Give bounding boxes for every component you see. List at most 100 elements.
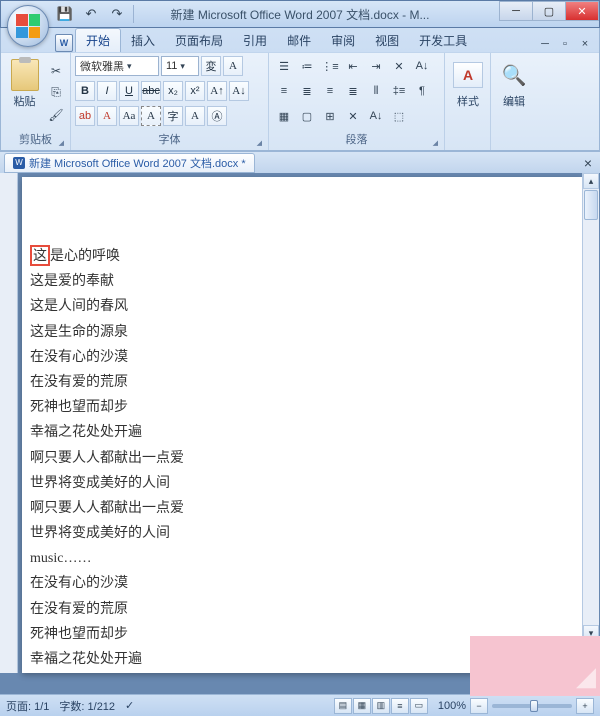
text-line[interactable]: 这是爱的奉献	[30, 269, 574, 294]
text-line[interactable]: 在没有心的沙漠	[30, 345, 574, 370]
bold-button[interactable]: B	[75, 81, 95, 101]
show-marks-button[interactable]: ¶	[411, 81, 433, 101]
tab-review[interactable]: 审阅	[321, 29, 365, 52]
scroll-thumb[interactable]	[584, 190, 598, 220]
text-line[interactable]: 世界将变成美好的人间	[30, 471, 574, 496]
text-line[interactable]: music……	[30, 546, 574, 571]
text-line[interactable]: 啊只要人人都献出一点爱	[30, 496, 574, 521]
line-spacing-button[interactable]: ‡≡	[388, 81, 410, 101]
ribbon-close-icon[interactable]: ×	[577, 36, 593, 52]
para-settings-button[interactable]: ✕	[342, 106, 364, 126]
indent-right-button[interactable]: ⇥	[365, 56, 387, 76]
ribbon-restore-icon[interactable]: ▫	[557, 36, 573, 52]
clear-format-icon[interactable]: 変	[201, 56, 221, 76]
maximize-button[interactable]: ▢	[532, 1, 566, 21]
draft-view-icon[interactable]: ▭	[410, 698, 428, 714]
borders-button[interactable]: ▢	[296, 106, 318, 126]
close-button[interactable]: ✕	[565, 1, 599, 21]
italic-button[interactable]: I	[97, 81, 117, 101]
subscript-button[interactable]: x₂	[163, 81, 183, 101]
web-view-icon[interactable]: ▥	[372, 698, 390, 714]
zoom-slider[interactable]	[492, 704, 572, 708]
redo-icon[interactable]: ↷	[107, 4, 127, 24]
zoom-out-button[interactable]: −	[470, 698, 488, 714]
font-size-combo[interactable]: 11	[161, 56, 199, 76]
document-close-button[interactable]: ×	[580, 155, 596, 171]
undo-icon[interactable]: ↶	[81, 4, 101, 24]
shrink-font-button[interactable]: A↓	[229, 81, 249, 101]
save-icon[interactable]: 💾	[55, 4, 75, 24]
zoom-level[interactable]: 100%	[438, 700, 466, 712]
word-count-status[interactable]: 字数: 1/212	[59, 698, 115, 714]
clipboard-group-label[interactable]: 剪贴板	[5, 129, 66, 149]
outline-view-icon[interactable]: ≡	[391, 698, 409, 714]
indent-left-button[interactable]: ⇤	[342, 56, 364, 76]
underline-button[interactable]: U	[119, 81, 139, 101]
bullets-button[interactable]: ☰	[273, 56, 295, 76]
document-tab[interactable]: 新建 Microsoft Office Word 2007 文档.docx *	[4, 153, 255, 173]
tab-mailings[interactable]: 邮件	[277, 29, 321, 52]
text-line[interactable]: 这是生命的源泉	[30, 320, 574, 345]
font-name-combo[interactable]: 微软雅黑	[75, 56, 159, 76]
text-line[interactable]: 这是心的呼唤	[30, 243, 574, 269]
document-page[interactable]: 这是心的呼唤 这是爱的奉献 这是人间的春风 这是生命的源泉 在没有心的沙漠 在没…	[22, 177, 582, 673]
scroll-up-icon[interactable]: ▴	[583, 173, 599, 189]
font-color-button[interactable]: A	[97, 106, 117, 126]
zoom-in-button[interactable]: +	[576, 698, 594, 714]
text-line[interactable]: 这是人间的春风	[30, 294, 574, 319]
asian-layout-button[interactable]: ✕	[388, 56, 410, 76]
change-case-button[interactable]: Aa	[119, 106, 139, 126]
tab-layout[interactable]: 页面布局	[165, 29, 233, 52]
font-group-label[interactable]: 字体	[75, 129, 264, 149]
grow-font-button[interactable]: A↑	[207, 81, 227, 101]
text-line[interactable]: 啊只要人人都献出一点爱	[30, 446, 574, 471]
minimize-button[interactable]: ─	[499, 1, 533, 21]
styles-button[interactable]: A 样式	[449, 56, 487, 133]
text-line[interactable]: 在没有心的沙漠	[30, 571, 574, 596]
page-status[interactable]: 页面: 1/1	[6, 698, 49, 714]
office-button[interactable]	[7, 5, 49, 47]
proofing-icon[interactable]: ✓	[125, 699, 134, 712]
sort-az-button[interactable]: A↓	[365, 106, 387, 126]
char-shading-button[interactable]: A	[185, 106, 205, 126]
zoom-thumb[interactable]	[530, 700, 538, 712]
strike-button[interactable]: abc	[141, 81, 161, 101]
copy-icon[interactable]: ⎘	[46, 83, 66, 103]
edit-button[interactable]: 🔍 编辑	[495, 56, 533, 133]
tab-home[interactable]: 开始	[75, 28, 121, 52]
text-line[interactable]: 在没有爱的荒原	[30, 597, 574, 622]
tab-developer[interactable]: 开发工具	[409, 29, 477, 52]
char-border-button[interactable]: A	[141, 106, 161, 126]
enclosed-char-button[interactable]: Ⓐ	[207, 106, 227, 126]
tab-references[interactable]: 引用	[233, 29, 277, 52]
superscript-button[interactable]: x²	[185, 81, 205, 101]
phonetic-button[interactable]: 字	[163, 106, 183, 126]
text-line[interactable]: 世界将变成美好的人间	[30, 521, 574, 546]
text-line[interactable]: 在没有爱的荒原	[30, 370, 574, 395]
print-layout-view-icon[interactable]: ▤	[334, 698, 352, 714]
grow-font-icon[interactable]: A	[223, 56, 243, 76]
ribbon-minimize-icon[interactable]: ─	[537, 36, 553, 52]
align-center-button[interactable]: ≣	[296, 81, 318, 101]
justify-button[interactable]: ≣	[342, 81, 364, 101]
paste-button[interactable]: 粘贴	[5, 56, 44, 129]
numbering-button[interactable]: ≔	[296, 56, 318, 76]
shading-button[interactable]: ▦	[273, 106, 295, 126]
tabs-button[interactable]: ⊞	[319, 106, 341, 126]
align-left-button[interactable]: ≡	[273, 81, 295, 101]
tab-insert[interactable]: 插入	[121, 29, 165, 52]
text-line[interactable]: 死神也望而却步	[30, 395, 574, 420]
text-line[interactable]: 幸福之花处处开遍	[30, 420, 574, 445]
fullscreen-view-icon[interactable]: ▦	[353, 698, 371, 714]
vertical-ruler[interactable]	[0, 173, 18, 673]
sort-button[interactable]: A↓	[411, 56, 433, 76]
highlight-button[interactable]: ab	[75, 106, 95, 126]
vertical-scrollbar[interactable]: ▴ ▾ ◦ ▾	[582, 173, 599, 673]
distribute-button[interactable]: ⫴	[365, 81, 387, 101]
align-right-button[interactable]: ≡	[319, 81, 341, 101]
tab-view[interactable]: 视图	[365, 29, 409, 52]
format-painter-icon[interactable]: 🖌	[46, 105, 66, 125]
fill-button[interactable]: ⬚	[388, 106, 410, 126]
paragraph-group-label[interactable]: 段落	[273, 129, 440, 149]
cut-icon[interactable]: ✂	[46, 61, 66, 81]
